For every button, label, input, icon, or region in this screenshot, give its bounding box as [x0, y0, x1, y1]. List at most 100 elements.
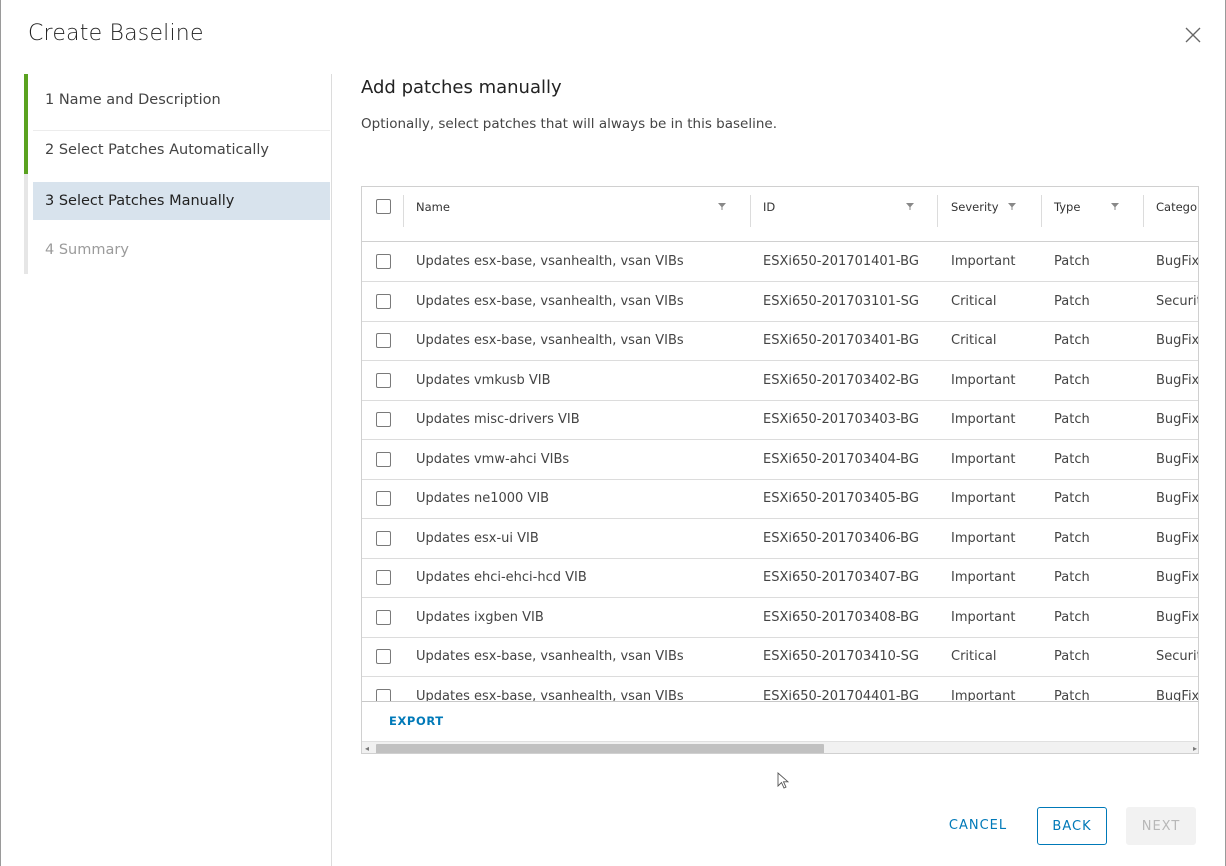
back-button[interactable]: BACK [1037, 807, 1107, 845]
column-separator [1041, 195, 1042, 227]
table-row[interactable]: Updates esx-base, vsanhealth, vsan VIBs E… [362, 321, 1198, 361]
datagrid-header: Name ID Severity Type Category [362, 187, 1198, 242]
cell-id: ESXi650-201701401-BG [763, 254, 919, 269]
row-checkbox[interactable] [376, 688, 391, 701]
cell-severity: Important [951, 491, 1016, 506]
table-row[interactable]: Updates ixgben VIB ESXi650-201703408-BG Im… [362, 598, 1199, 638]
cell-name: Updates ixgben VIB [416, 609, 544, 625]
row-checkbox[interactable] [376, 412, 391, 427]
cell-name: Updates esx-base, vsanhealth, vsan VIBs [416, 649, 684, 664]
cell-category: BugFix [1156, 372, 1199, 388]
cell-name: Updates esx-base, vsanhealth, vsan VIBs [416, 293, 684, 309]
row-checkbox[interactable] [376, 333, 391, 348]
cell-name: Updates ehci-ehci-hcd VIB [416, 570, 587, 585]
filter-icon[interactable] [717, 201, 727, 211]
cell-id: ESXi650-201703406-BG [763, 530, 919, 546]
table-row[interactable]: Updates vmkusb VIB ESXi650-201703402-BG Im… [362, 361, 1199, 401]
row-checkbox[interactable] [376, 254, 391, 269]
cell-type: Patch [1054, 609, 1090, 625]
table-row[interactable]: Updates esx-ui VIB ESXi650-201703406-BG Im… [362, 519, 1198, 559]
row-checkbox[interactable] [376, 530, 391, 546]
row-checkbox[interactable] [376, 491, 391, 506]
row-checkbox[interactable] [376, 451, 391, 467]
horizontal-scrollbar[interactable]: ◂ ▸ [362, 741, 1198, 753]
cell-name: Updates esx-base, vsanhealth, vsan VIBs [416, 333, 684, 348]
filter-icon[interactable] [905, 201, 915, 211]
column-header-id[interactable]: ID [763, 187, 775, 241]
table-row[interactable]: Updates misc-drivers VIB ESXi650-20170340… [362, 400, 1199, 440]
table-row[interactable]: Updates esx-base, vsanhealth, vsan VIBs E… [362, 242, 1199, 282]
cell-name: Updates esx-base, vsanhealth, vsan VIBs [416, 688, 684, 702]
cell-severity: Important [951, 372, 1016, 388]
row-checkbox[interactable] [376, 372, 391, 388]
cell-type: Patch [1054, 293, 1090, 309]
select-all-checkbox[interactable] [376, 199, 391, 214]
table-row[interactable]: Updates ne1000 VIB ESXi650-201703405-BG Im… [362, 479, 1198, 519]
cell-category: BugFix [1156, 570, 1199, 585]
cell-name: Updates misc-drivers VIB [416, 412, 580, 427]
cancel-button[interactable]: CANCEL [938, 807, 1018, 845]
column-header-name[interactable]: Name [416, 187, 450, 241]
cell-category: BugFix [1156, 254, 1199, 269]
scrollbar-thumb[interactable] [376, 744, 824, 753]
scroll-right-icon[interactable]: ▸ [1193, 744, 1197, 753]
cell-type: Patch [1054, 491, 1090, 506]
filter-icon[interactable] [1007, 201, 1017, 211]
cell-id: ESXi650-201703408-BG [763, 609, 919, 625]
column-header-type[interactable]: Type [1054, 187, 1080, 241]
column-header-severity[interactable]: Severity [951, 187, 999, 241]
cell-id: ESXi650-201703404-BG [763, 451, 919, 467]
cell-type: Patch [1054, 451, 1090, 467]
step-select-patches-automatically[interactable]: 2 Select Patches Automatically [33, 131, 330, 169]
table-row[interactable]: Updates ehci-ehci-hcd VIB ESXi650-2017034… [362, 558, 1199, 598]
cell-name: Updates ne1000 VIB [416, 491, 550, 506]
cell-severity: Important [951, 609, 1016, 625]
cell-type: Patch [1054, 570, 1090, 585]
progress-bar-remaining [24, 174, 28, 274]
cell-severity: Important [951, 254, 1016, 269]
cell-category: BugFix [1156, 609, 1199, 625]
row-checkbox[interactable] [376, 609, 391, 625]
dialog-title: Create Baseline [28, 21, 204, 46]
cell-severity: Important [951, 412, 1016, 427]
table-row[interactable]: Updates esx-base, vsanhealth, vsan VIBs E… [362, 282, 1198, 322]
cell-id: ESXi650-201703407-BG [763, 570, 919, 585]
cell-id: ESXi650-201703402-BG [763, 372, 919, 388]
cell-name: Updates vmw-ahci VIBs [416, 451, 570, 467]
table-row[interactable]: Updates esx-base, vsanhealth, vsan VIBs E… [362, 637, 1198, 677]
cell-severity: Critical [951, 333, 997, 348]
page-title: Add patches manually [361, 77, 562, 98]
cell-name: Updates esx-ui VIB [416, 530, 539, 546]
filter-icon[interactable] [1110, 201, 1120, 211]
cell-type: Patch [1054, 649, 1090, 664]
cell-severity: Important [951, 688, 1016, 702]
cell-category: Security [1156, 649, 1198, 664]
step-name-and-description[interactable]: 1 Name and Description [33, 81, 330, 119]
export-button[interactable]: EXPORT [389, 714, 444, 728]
cell-type: Patch [1054, 530, 1090, 546]
next-button: NEXT [1126, 807, 1196, 845]
close-icon[interactable] [1184, 26, 1202, 44]
scroll-left-icon[interactable]: ◂ [365, 744, 369, 753]
cell-category: BugFix [1156, 451, 1199, 467]
cell-id: ESXi650-201703405-BG [763, 491, 919, 506]
cell-type: Patch [1054, 333, 1090, 348]
cell-category: BugFix [1156, 412, 1199, 427]
column-separator [403, 195, 404, 227]
column-separator [937, 195, 938, 227]
cell-severity: Important [951, 570, 1016, 585]
row-checkbox[interactable] [376, 649, 391, 664]
cell-id: ESXi650-201703401-BG [763, 333, 919, 348]
cell-severity: Important [951, 451, 1016, 467]
row-checkbox[interactable] [376, 570, 391, 585]
column-header-category[interactable]: Category [1156, 187, 1198, 241]
table-row[interactable]: Updates vmw-ahci VIBs ESXi650-201703404-B… [362, 440, 1199, 480]
cell-id: ESXi650-201704401-BG [763, 688, 919, 702]
column-separator [750, 195, 751, 227]
patches-datagrid: Name ID Severity Type Category Updates e… [361, 186, 1199, 754]
row-checkbox[interactable] [376, 293, 391, 309]
step-select-patches-manually[interactable]: 3 Select Patches Manually [33, 182, 330, 220]
table-row[interactable]: Updates esx-base, vsanhealth, vsan VIBs E… [362, 677, 1198, 702]
cell-id: ESXi650-201703403-BG [763, 412, 919, 427]
cell-type: Patch [1054, 688, 1090, 702]
